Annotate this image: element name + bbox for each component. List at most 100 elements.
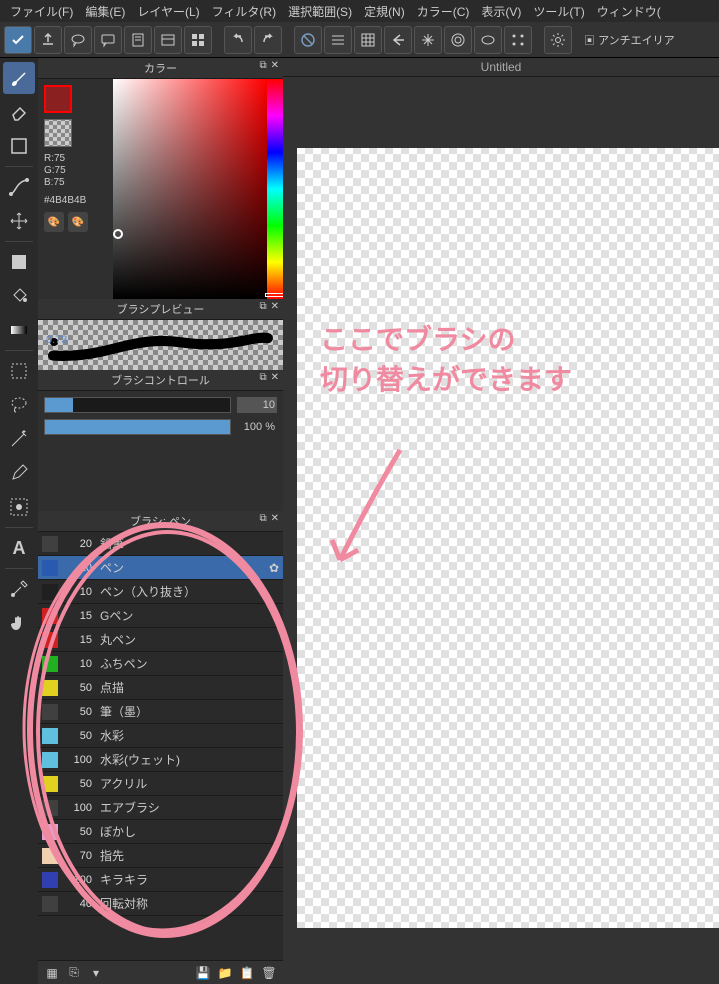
brush-item[interactable]: 50ぼかし — [38, 820, 283, 844]
shape-tool[interactable] — [3, 130, 35, 162]
brush-item[interactable]: 100エアブラシ — [38, 796, 283, 820]
brush-item[interactable]: 50筆（墨） — [38, 700, 283, 724]
brush-size: 50 — [66, 706, 92, 718]
background-swatch[interactable] — [44, 119, 72, 147]
brush-item[interactable]: 100水彩(ウェット) — [38, 748, 283, 772]
toolbar: ▣ アンチエイリア — [0, 22, 719, 58]
menu-edit[interactable]: 編集(E) — [79, 3, 131, 20]
canvas-tab[interactable]: Untitled — [283, 58, 719, 77]
brush-item[interactable]: 10ふちペン — [38, 652, 283, 676]
redo-icon[interactable] — [254, 26, 282, 54]
pen-select-tool[interactable] — [3, 457, 35, 489]
brush-color-swatch — [42, 776, 58, 792]
wand-tool[interactable] — [3, 423, 35, 455]
brush-item[interactable]: 15丸ペン — [38, 628, 283, 652]
star-icon[interactable] — [414, 26, 442, 54]
brush-tool[interactable] — [3, 62, 35, 94]
select-brush-tool[interactable] — [3, 491, 35, 523]
palette-add-icon[interactable]: 🎨 — [68, 212, 88, 232]
gear-icon[interactable] — [544, 26, 572, 54]
brush-gear-icon[interactable]: ✿ — [269, 561, 279, 575]
panel-detach-icon[interactable]: ⧉ — [259, 301, 266, 312]
brush-item[interactable]: 10ペン✿ — [38, 556, 283, 580]
menu-select[interactable]: 選択範囲(S) — [282, 3, 358, 20]
chat-icon[interactable] — [64, 26, 92, 54]
tool-sidebar: A — [0, 58, 38, 984]
brush-color-swatch — [42, 872, 58, 888]
size-slider[interactable] — [44, 397, 231, 413]
gradient-tool[interactable] — [3, 314, 35, 346]
panel-close-icon[interactable]: ✕ — [271, 372, 279, 383]
brush-item[interactable]: 10ペン（入り抜き） — [38, 580, 283, 604]
export-icon[interactable] — [34, 26, 62, 54]
brush-size: 100 — [66, 754, 92, 766]
brush-copy-icon[interactable]: 📋 — [237, 964, 257, 982]
brush-menu-icon[interactable]: ▾ — [86, 964, 106, 982]
grid2-icon[interactable] — [354, 26, 382, 54]
lasso-tool[interactable] — [3, 389, 35, 421]
select-rect-tool[interactable] — [3, 355, 35, 387]
comment-icon[interactable] — [94, 26, 122, 54]
circle-icon[interactable] — [474, 26, 502, 54]
brush-add-icon[interactable]: ▦ — [42, 964, 62, 982]
doc-icon[interactable] — [124, 26, 152, 54]
panel-detach-icon[interactable]: ⧉ — [259, 513, 266, 524]
brush-list[interactable]: 20鉛筆10ペン✿10ペン（入り抜き）15Gペン15丸ペン10ふちペン50点描5… — [38, 532, 283, 960]
brush-color-swatch — [42, 728, 58, 744]
menu-tool[interactable]: ツール(T) — [527, 3, 590, 20]
size-value[interactable]: 10 — [237, 397, 277, 413]
panel-close-icon[interactable]: ✕ — [271, 60, 279, 71]
brush-item[interactable]: 50アクリル — [38, 772, 283, 796]
brush-save-icon[interactable]: 💾 — [193, 964, 213, 982]
leftarrow-icon[interactable] — [384, 26, 412, 54]
menu-layer[interactable]: レイヤー(L) — [131, 3, 205, 20]
brush-item[interactable]: 20鉛筆 — [38, 532, 283, 556]
curve-tool[interactable] — [3, 171, 35, 203]
text-tool[interactable]: A — [3, 532, 35, 564]
brush-item[interactable]: 15Gペン — [38, 604, 283, 628]
menu-file[interactable]: ファイル(F) — [4, 3, 79, 20]
brush-item[interactable]: 100キラキラ — [38, 868, 283, 892]
panel-close-icon[interactable]: ✕ — [271, 513, 279, 524]
panel-detach-icon[interactable]: ⧉ — [259, 60, 266, 71]
menu-color[interactable]: カラー(C) — [411, 3, 476, 20]
brush-size: 10 — [66, 562, 92, 574]
brush-item[interactable]: 70指先 — [38, 844, 283, 868]
undo-icon[interactable] — [224, 26, 252, 54]
brush-folder-icon[interactable]: 📁 — [215, 964, 235, 982]
hand-tool[interactable] — [3, 607, 35, 639]
form-icon[interactable] — [154, 26, 182, 54]
hue-slider[interactable] — [267, 79, 283, 299]
fill-tool[interactable] — [3, 246, 35, 278]
menu-filter[interactable]: フィルタ(R) — [206, 3, 282, 20]
grid-icon[interactable] — [184, 26, 212, 54]
noentry-icon[interactable] — [294, 26, 322, 54]
canvas[interactable] — [297, 148, 719, 928]
panel-close-icon[interactable]: ✕ — [271, 301, 279, 312]
foreground-swatch[interactable] — [44, 85, 72, 113]
brush-name: ペン（入り抜き） — [100, 583, 279, 600]
brush-delete-icon[interactable]: 🗑 — [259, 964, 279, 982]
brush-size: 10 — [66, 658, 92, 670]
menu-window[interactable]: ウィンドウ( — [591, 3, 667, 20]
menu-norm[interactable]: 定規(N) — [358, 3, 411, 20]
check-icon[interactable] — [4, 26, 32, 54]
brush-item[interactable]: 50点描 — [38, 676, 283, 700]
opacity-slider[interactable] — [44, 419, 231, 435]
eraser-tool[interactable] — [3, 96, 35, 128]
menu-view[interactable]: 表示(V) — [475, 3, 527, 20]
color-picker[interactable] — [113, 79, 267, 299]
palette-icon[interactable]: 🎨 — [44, 212, 64, 232]
brush-color-swatch — [42, 848, 58, 864]
eyedropper-tool[interactable] — [3, 573, 35, 605]
brush-item[interactable]: 40回転対称 — [38, 892, 283, 916]
panel-detach-icon[interactable]: ⧉ — [259, 372, 266, 383]
dots-icon[interactable] — [504, 26, 532, 54]
menubar: ファイル(F) 編集(E) レイヤー(L) フィルタ(R) 選択範囲(S) 定規… — [0, 0, 719, 22]
move-tool[interactable] — [3, 205, 35, 237]
target-icon[interactable] — [444, 26, 472, 54]
bucket-tool[interactable] — [3, 280, 35, 312]
lines-icon[interactable] — [324, 26, 352, 54]
brush-item[interactable]: 50水彩 — [38, 724, 283, 748]
brush-dup-icon[interactable]: ⎘ — [64, 964, 84, 982]
